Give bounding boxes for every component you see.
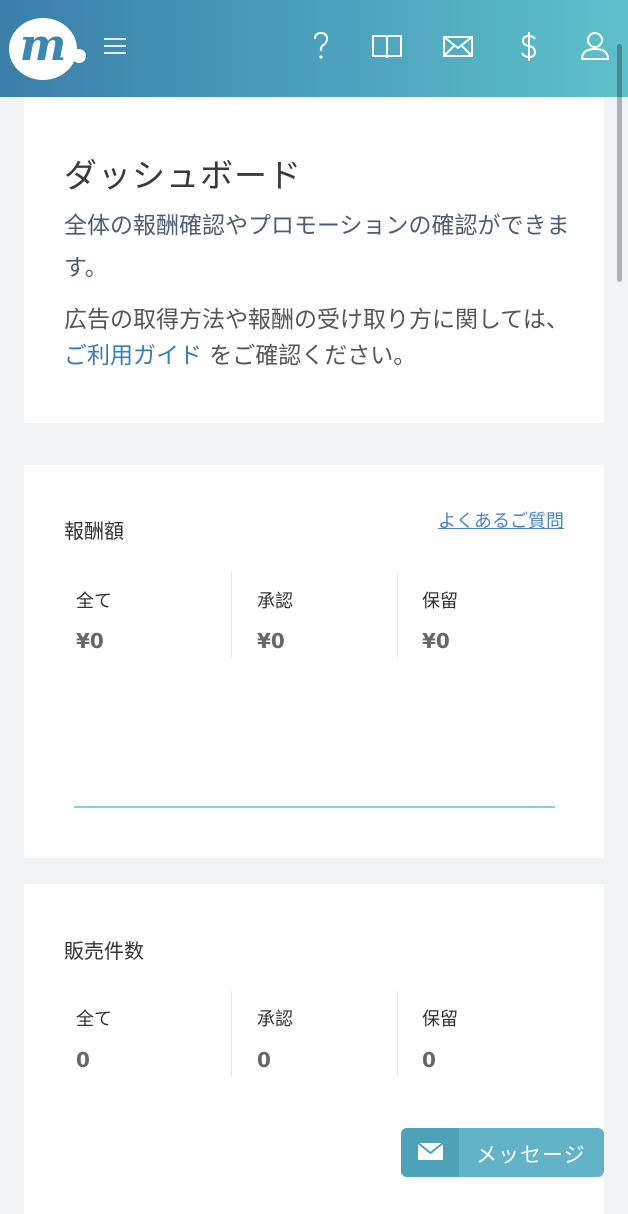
message-icon-box	[401, 1128, 459, 1177]
stat-divider	[231, 991, 232, 1077]
rewards-approved-label: 承認	[257, 591, 293, 612]
rewards-all-value: ¥0	[76, 629, 104, 653]
rewards-chart-line	[74, 806, 555, 808]
stat-divider	[397, 991, 398, 1077]
sales-pending-value: 0	[422, 1048, 436, 1072]
top-header: m	[0, 0, 628, 97]
rewards-title: 報酬額	[64, 519, 124, 543]
mail-icon[interactable]	[440, 28, 476, 64]
sales-all-label: 全て	[76, 1009, 112, 1030]
dollar-icon[interactable]	[511, 28, 547, 64]
guide-text-before: 広告の取得方法や報酬の受け取り方に関しては、	[64, 307, 569, 333]
menu-icon[interactable]	[104, 38, 126, 56]
message-button[interactable]: メッセージ	[401, 1128, 604, 1177]
scrollbar[interactable]	[617, 44, 622, 282]
guide-text: 広告の取得方法や報酬の受け取り方に関しては、ご利用ガイド をご確認ください。	[64, 302, 574, 374]
stat-divider	[397, 572, 398, 658]
rewards-all-label: 全て	[76, 591, 112, 612]
logo-text: m	[19, 20, 67, 71]
guide-link[interactable]: ご利用ガイド	[64, 343, 202, 369]
sales-approved-value: 0	[257, 1048, 271, 1072]
faq-link[interactable]: よくあるご質問	[438, 507, 564, 533]
user-icon[interactable]	[577, 28, 613, 64]
rewards-pending-label: 保留	[422, 591, 458, 612]
stat-divider	[231, 572, 232, 658]
rewards-approved-value: ¥0	[257, 629, 285, 653]
guide-text-after: をご確認ください。	[202, 343, 417, 369]
rewards-pending-value: ¥0	[422, 629, 450, 653]
logo-dot	[72, 49, 86, 63]
logo[interactable]: m	[9, 18, 77, 80]
sales-pending-label: 保留	[422, 1009, 458, 1030]
help-icon[interactable]	[303, 28, 339, 64]
sales-all-value: 0	[76, 1048, 90, 1072]
sales-title: 販売件数	[64, 939, 144, 963]
sales-approved-label: 承認	[257, 1009, 293, 1030]
book-icon[interactable]	[369, 28, 405, 64]
rewards-card: 報酬額 よくあるご質問 全て ¥0 承認 ¥0 保留 ¥0	[24, 465, 604, 858]
envelope-icon	[417, 1142, 444, 1160]
message-button-label: メッセージ	[476, 1143, 586, 1167]
page-title: ダッシュボード	[64, 156, 302, 195]
intro-description: 全体の報酬確認やプロモーションの確認ができます。	[64, 213, 570, 281]
intro-card: ダッシュボード 全体の報酬確認やプロモーションの確認ができます。 広告の取得方法…	[24, 97, 604, 423]
